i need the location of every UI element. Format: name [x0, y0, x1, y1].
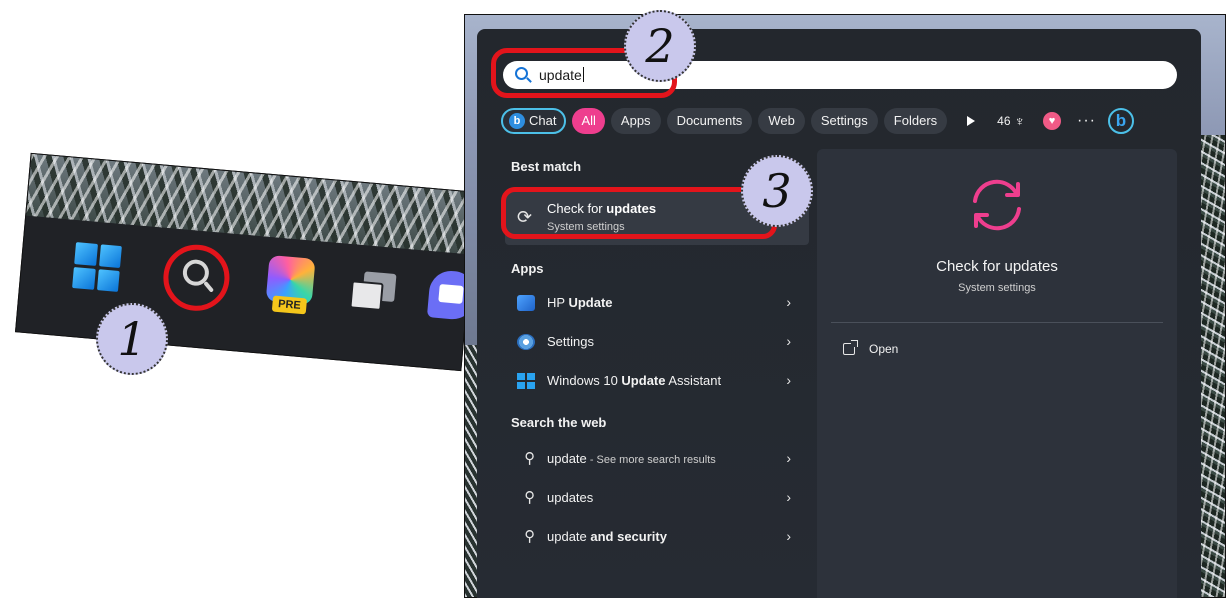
chevron-right-icon: › [786, 489, 791, 505]
chevron-right-icon: › [786, 528, 791, 544]
best-match-heading: Best match [511, 159, 582, 174]
search-icon: ⚲ [524, 528, 535, 545]
bing-icon: b [509, 113, 525, 129]
app-result-settings[interactable]: Settings › [505, 324, 809, 360]
chat-chip[interactable]: b Chat [501, 108, 567, 134]
search-flyout: update b Chat All Apps Documents Web Sett… [477, 29, 1201, 598]
preview-title: Check for updates [936, 258, 1058, 275]
web-result-update-and-security[interactable]: ⚲ update and security › [505, 519, 809, 555]
web-result-updates[interactable]: ⚲ updates › [505, 480, 809, 516]
preview-subtitle: System settings [958, 282, 1036, 294]
filter-all[interactable]: All [572, 108, 605, 134]
profile-gem-icon[interactable]: ♥ [1043, 112, 1062, 130]
divider [831, 322, 1163, 323]
chevron-right-icon: › [786, 450, 791, 466]
filter-documents[interactable]: Documents [666, 108, 753, 134]
bing-chat-icon[interactable]: b [1108, 108, 1134, 134]
update-sync-icon [973, 179, 1021, 231]
best-match-highlight-outline [501, 187, 777, 239]
step-marker-1: 1 [96, 303, 168, 375]
filter-web[interactable]: Web [758, 108, 805, 134]
start-icon[interactable] [72, 242, 122, 292]
filter-settings[interactable]: Settings [810, 108, 878, 134]
copilot-pre-badge: PRE [271, 295, 308, 315]
more-filters-icon[interactable] [967, 116, 976, 126]
search-icon: ⚲ [524, 450, 535, 467]
preview-pane: Check for updates System settings Open [817, 149, 1177, 598]
filter-bar: b Chat All Apps Documents Web Settings Fo… [501, 107, 1134, 135]
app-result-windows10-update-assistant[interactable]: Windows 10 Update Assistant › [505, 363, 809, 399]
settings-gear-icon [517, 334, 535, 350]
taskbar-search-button[interactable] [160, 241, 233, 314]
chevron-right-icon: › [786, 294, 791, 310]
rewards-icon[interactable]: ♆ [1015, 113, 1026, 129]
chevron-right-icon: › [786, 372, 791, 388]
step-marker-2: 2 [624, 10, 696, 82]
task-view-icon[interactable] [349, 270, 397, 312]
hp-update-icon [517, 295, 535, 311]
web-result-update[interactable]: ⚲ update - See more search results › [505, 441, 809, 477]
more-options-button[interactable]: ··· [1077, 112, 1096, 130]
windows-icon [517, 373, 535, 389]
step-marker-3: 3 [741, 155, 813, 227]
search-icon: ⚲ [524, 489, 535, 506]
open-external-icon [843, 340, 858, 355]
app-result-hp-update[interactable]: HP Update › [505, 285, 809, 321]
taskbar-crop: PRE [15, 152, 477, 372]
rewards-count: 46 [997, 114, 1011, 128]
filter-apps[interactable]: Apps [610, 108, 661, 134]
apps-heading: Apps [511, 261, 544, 276]
chevron-right-icon: › [786, 333, 791, 349]
filter-folders[interactable]: Folders [883, 108, 948, 134]
open-action[interactable]: Open [843, 340, 898, 356]
search-web-heading: Search the web [511, 415, 607, 430]
